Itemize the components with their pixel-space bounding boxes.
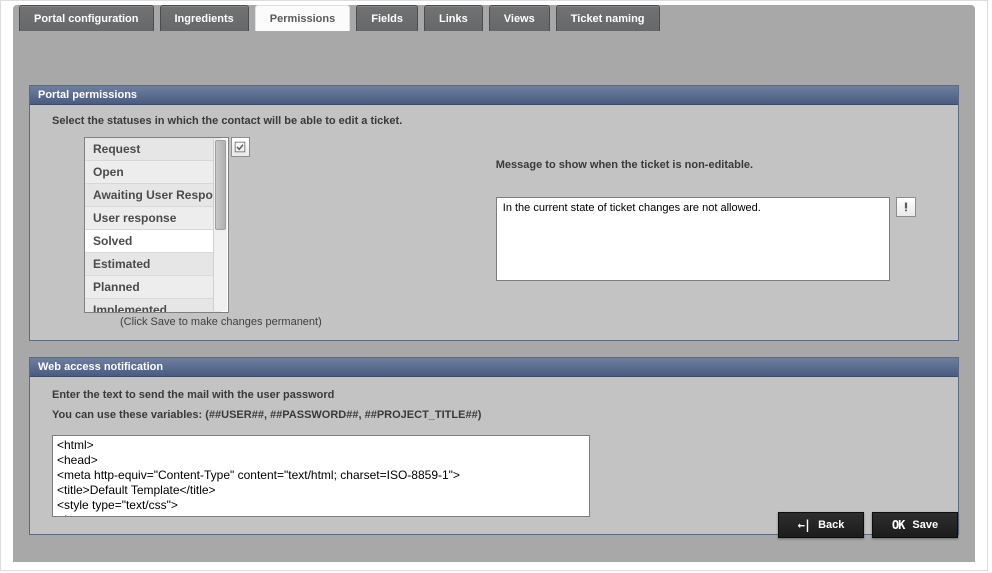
notification-template-textarea[interactable] [52,435,590,517]
tab-bar: Portal configuration Ingredients Permiss… [13,5,975,31]
status-item-user-response[interactable]: User response [85,207,221,230]
edit-message-button[interactable] [896,197,916,217]
select-all-button[interactable] [231,137,250,157]
status-item-implemented[interactable]: Implemented [85,299,221,313]
notification-instruction-1: Enter the text to send the mail with the… [52,389,940,401]
non-editable-message-textarea[interactable] [496,197,890,281]
status-list-wrap: Request Open Awaiting User Respon User r… [84,137,250,313]
save-button-label: Save [912,519,938,531]
status-item-request[interactable]: Request [85,138,221,161]
tab-ticket-naming[interactable]: Ticket naming [556,5,660,31]
tab-permissions[interactable]: Permissions [255,5,350,31]
non-editable-message-label: Message to show when the ticket is non-e… [496,159,940,171]
status-item-solved[interactable]: Solved [85,230,221,253]
app-root: Portal configuration Ingredients Permiss… [0,0,988,571]
permissions-instruction: Select the statuses in which the contact… [52,115,940,127]
save-hint: (Click Save to make changes permanent) [120,316,322,328]
status-item-estimated[interactable]: Estimated [85,253,221,276]
portal-permissions-panel: Portal permissions Select the statuses i… [29,85,959,341]
app-inner: Portal configuration Ingredients Permiss… [13,5,975,562]
status-item-planned[interactable]: Planned [85,276,221,299]
tab-ingredients[interactable]: Ingredients [160,5,249,31]
non-editable-message-row [496,197,940,281]
action-buttons: ←| Back OK Save [778,512,958,538]
non-editable-message-column: Message to show when the ticket is non-e… [496,137,940,328]
back-button[interactable]: ←| Back [778,512,864,538]
status-item-awaiting-user[interactable]: Awaiting User Respon [85,184,221,207]
status-scroll-thumb[interactable] [215,140,226,230]
status-item-open[interactable]: Open [85,161,221,184]
content-area: Portal permissions Select the statuses i… [29,85,959,551]
ok-icon: OK [892,518,904,532]
status-items: Request Open Awaiting User Respon User r… [85,138,221,313]
status-column: Request Open Awaiting User Respon User r… [84,137,322,328]
tab-links[interactable]: Links [424,5,483,31]
status-scrollbar[interactable] [213,139,227,311]
portal-permissions-body: Select the statuses in which the contact… [30,105,958,340]
back-button-label: Back [818,519,844,531]
web-access-notification-title: Web access notification [30,358,958,377]
web-access-notification-panel: Web access notification Enter the text t… [29,357,959,535]
status-listbox[interactable]: Request Open Awaiting User Respon User r… [84,137,229,313]
portal-permissions-title: Portal permissions [30,86,958,105]
save-button[interactable]: OK Save [872,512,958,538]
tab-views[interactable]: Views [489,5,550,31]
tab-portal-configuration[interactable]: Portal configuration [19,5,154,31]
web-access-notification-body: Enter the text to send the mail with the… [30,377,958,534]
back-arrow-icon: ←| [798,518,810,532]
notification-instruction-2: You can use these variables: (##USER##, … [52,409,940,421]
permissions-row: Request Open Awaiting User Respon User r… [84,137,940,328]
edit-icon [900,201,912,213]
tab-fields[interactable]: Fields [356,5,418,31]
select-all-icon [234,141,246,153]
